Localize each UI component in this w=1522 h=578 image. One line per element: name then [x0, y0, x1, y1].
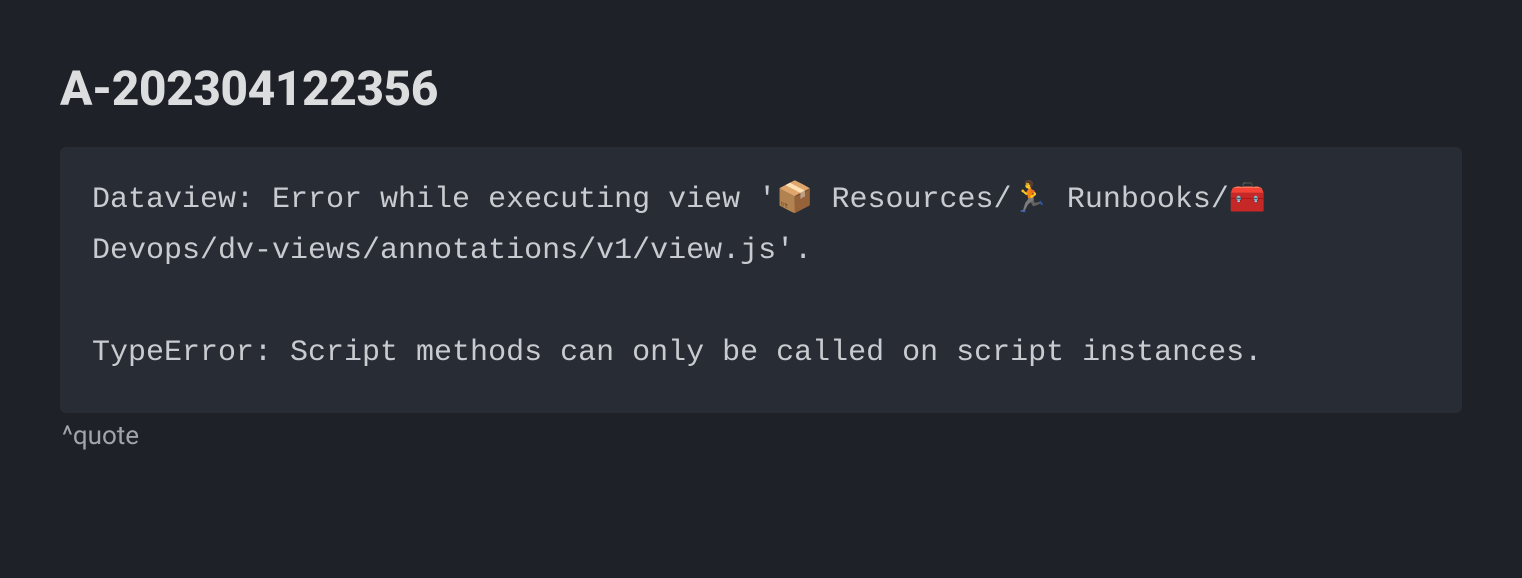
- block-reference[interactable]: ^quote: [60, 421, 1462, 451]
- error-line-2: TypeError: Script methods can only be ca…: [92, 336, 1262, 370]
- page-title: A-202304122356: [60, 60, 1462, 117]
- error-line-1: Dataview: Error while executing view '📦 …: [92, 183, 1284, 268]
- error-code-block: Dataview: Error while executing view '📦 …: [60, 147, 1462, 413]
